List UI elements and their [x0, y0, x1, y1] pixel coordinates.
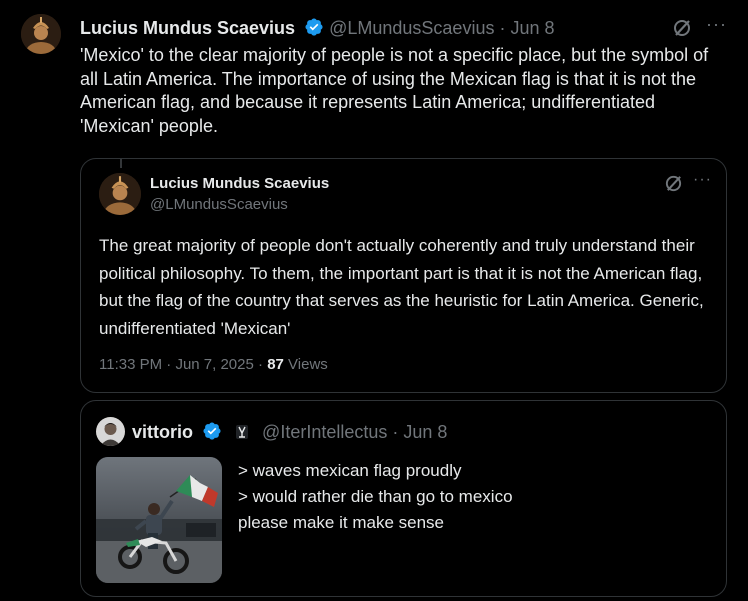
- embedded-tweet-header: vittorio @IterIntellectus · Jun 8: [132, 421, 447, 443]
- quoted-tweet-card[interactable]: Lucius Mundus Scaevius @LMundusScaevius …: [80, 158, 727, 393]
- verified-badge-icon: [203, 422, 221, 440]
- grok-icon[interactable]: [664, 174, 683, 198]
- author-avatar[interactable]: [21, 14, 61, 54]
- author-handle[interactable]: @LMundusScaevius: [329, 18, 494, 38]
- tweet-header: Lucius Mundus Scaevius @LMundusScaevius …: [80, 17, 555, 39]
- tweet-text: 'Mexico' to the clear majority of people…: [80, 45, 709, 136]
- author-name[interactable]: Lucius Mundus Scaevius: [80, 18, 295, 38]
- embedded-author-name[interactable]: vittorio: [132, 422, 193, 442]
- text-line: please make it make sense: [238, 513, 444, 532]
- quoted-author-avatar[interactable]: [99, 173, 141, 215]
- tweet-date[interactable]: Jun 8: [403, 422, 447, 442]
- embedded-author-handle[interactable]: @IterIntellectus: [262, 422, 387, 442]
- embedded-tweet-text: > waves mexican flag proudly > would rat…: [238, 458, 513, 536]
- quoted-tweet-text: The great majority of people don't actua…: [99, 236, 704, 338]
- quoted-author-name[interactable]: Lucius Mundus Scaevius: [150, 175, 329, 192]
- more-options-icon[interactable]: ···: [693, 171, 712, 189]
- views-label: Views: [288, 356, 328, 373]
- text-line: > would rather die than go to mexico: [238, 487, 513, 506]
- tweet-date[interactable]: Jun 7, 2025: [175, 356, 253, 373]
- more-options-icon[interactable]: ···: [706, 14, 727, 35]
- verified-badge-icon: [305, 18, 323, 36]
- embedded-author-avatar[interactable]: [96, 417, 125, 446]
- tweet-date[interactable]: Jun 8: [510, 18, 554, 38]
- views-count: 87: [267, 356, 284, 373]
- header-separator: ·: [499, 18, 506, 38]
- tweet-time[interactable]: 11:33 PM: [99, 356, 162, 373]
- quoted-tweet-meta: 11:33 PM · Jun 7, 2025 · 87 Views: [99, 356, 328, 373]
- header-separator: ·: [392, 422, 399, 442]
- affiliate-badge-icon: [236, 425, 249, 439]
- meta-separator: ·: [258, 356, 264, 373]
- grok-icon[interactable]: [672, 18, 692, 43]
- embedded-tweet-card[interactable]: vittorio @IterIntellectus · Jun 8 > wave…: [80, 400, 727, 597]
- text-line: > waves mexican flag proudly: [238, 461, 462, 480]
- meta-separator: ·: [166, 356, 172, 373]
- quoted-author-handle[interactable]: @LMundusScaevius: [150, 196, 288, 213]
- tweet-media-image[interactable]: [96, 457, 222, 583]
